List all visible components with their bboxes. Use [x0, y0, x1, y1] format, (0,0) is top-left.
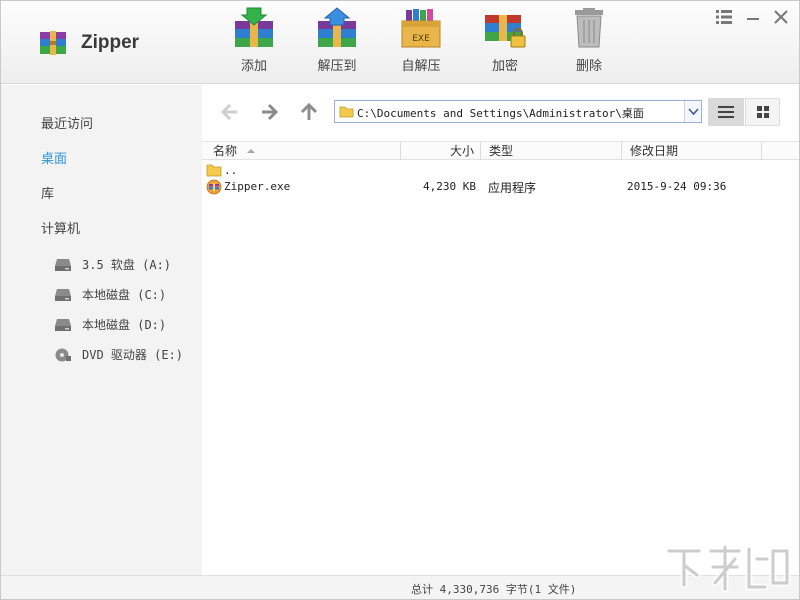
- file-name: ..: [224, 164, 238, 177]
- drive-label: 本地磁盘 (C:): [82, 288, 167, 302]
- file-row[interactable]: Zipper.exe 4,230 KB 应用程序 2015-9-24 09:36: [202, 178, 762, 196]
- delete-label: 删除: [575, 59, 602, 74]
- file-name: Zipper.exe: [224, 180, 291, 193]
- sidebar-item-computer[interactable]: 计算机: [41, 218, 80, 237]
- arrow-up-icon: [300, 102, 318, 120]
- sfx-badge-text: EXE: [412, 34, 430, 44]
- forward-button[interactable]: [257, 101, 281, 123]
- sort-ascending-icon: [247, 149, 255, 153]
- extract-to-button[interactable]: 解压到: [307, 7, 367, 77]
- drive-label: 3.5 软盘 (A:): [82, 258, 172, 272]
- add-archive-icon: [235, 7, 273, 47]
- folder-icon: [339, 106, 354, 118]
- sidebar-item-recent[interactable]: 最近访问: [41, 113, 93, 132]
- hard-drive-icon: [55, 289, 71, 301]
- arrow-left-icon: [220, 103, 237, 121]
- menu-icon: [716, 10, 732, 24]
- self-extract-label: 自解压: [401, 59, 441, 74]
- column-headers: 名称 大小 类型 修改日期: [202, 141, 799, 160]
- zipper-window: Zipper 添加 解压到 EXE 自解压 加密 删除 最近访问 桌面 库 计算…: [0, 0, 800, 600]
- app-title: Zipper: [81, 32, 140, 53]
- delete-button[interactable]: 删除: [559, 7, 619, 77]
- path-text: C:\Documents and Settings\Administrator\…: [357, 107, 644, 120]
- arrow-right-icon: [262, 103, 279, 121]
- file-list: .. Zipper.exe 4,230 KB 应用程序 2015-9-24 09…: [202, 160, 799, 575]
- sfx-box-icon: EXE: [401, 9, 441, 48]
- column-name-label: 名称: [213, 144, 238, 158]
- encrypt-archive-icon: [485, 15, 526, 48]
- minimize-icon: [747, 18, 759, 20]
- drive-label: DVD 驱动器 (E:): [82, 348, 184, 362]
- list-view-button[interactable]: [708, 98, 744, 126]
- file-type: 应用程序: [488, 181, 537, 195]
- file-size: 4,230 KB: [423, 180, 476, 193]
- add-button[interactable]: 添加: [224, 7, 284, 77]
- column-modified[interactable]: 修改日期: [622, 142, 762, 160]
- grid-view-button[interactable]: [745, 98, 780, 126]
- list-view-icon: [718, 106, 734, 118]
- dvd-drive-icon: [55, 348, 71, 362]
- column-size[interactable]: 大小: [401, 142, 481, 160]
- close-button[interactable]: [771, 7, 791, 27]
- minimize-button[interactable]: [743, 7, 763, 27]
- path-dropdown-button[interactable]: [684, 101, 701, 122]
- column-name[interactable]: 名称: [202, 142, 401, 160]
- menu-button[interactable]: [714, 7, 734, 27]
- floppy-drive-icon: [55, 259, 71, 271]
- sidebar-item-desktop[interactable]: 桌面: [41, 148, 67, 167]
- close-icon: [774, 10, 788, 24]
- status-summary: 总计 4,330,736 字节(1 文件): [411, 583, 577, 596]
- grid-view-icon: [757, 106, 769, 118]
- extract-to-label: 解压到: [317, 59, 357, 74]
- zipper-logo-icon: [40, 31, 66, 55]
- add-label: 添加: [240, 59, 267, 74]
- trash-icon: [575, 8, 603, 48]
- path-combobox[interactable]: C:\Documents and Settings\Administrator\…: [334, 100, 702, 123]
- navigation-bar: C:\Documents and Settings\Administrator\…: [202, 85, 799, 141]
- encrypt-label: 加密: [491, 59, 518, 74]
- file-modified: 2015-9-24 09:36: [627, 180, 727, 193]
- hard-drive-icon: [55, 319, 71, 331]
- top-toolbar: Zipper 添加 解压到 EXE 自解压 加密 删除: [1, 1, 799, 84]
- drive-label: 本地磁盘 (D:): [82, 318, 167, 332]
- up-button[interactable]: [297, 101, 321, 123]
- back-button[interactable]: [218, 101, 242, 123]
- folder-icon: [206, 164, 222, 177]
- column-type[interactable]: 类型: [481, 142, 622, 160]
- chevron-down-icon: [688, 108, 699, 116]
- self-extract-button[interactable]: EXE 自解压: [391, 7, 451, 77]
- encrypt-button[interactable]: 加密: [475, 7, 535, 77]
- site-watermark-logo: [665, 543, 791, 593]
- sidebar: 最近访问 桌面 库 计算机 3.5 软盘 (A:) 本地磁盘 (C:) 本地磁盘…: [1, 85, 202, 575]
- zipper-app-icon: [206, 179, 222, 195]
- extract-archive-icon: [318, 7, 356, 47]
- sidebar-item-library[interactable]: 库: [41, 183, 54, 202]
